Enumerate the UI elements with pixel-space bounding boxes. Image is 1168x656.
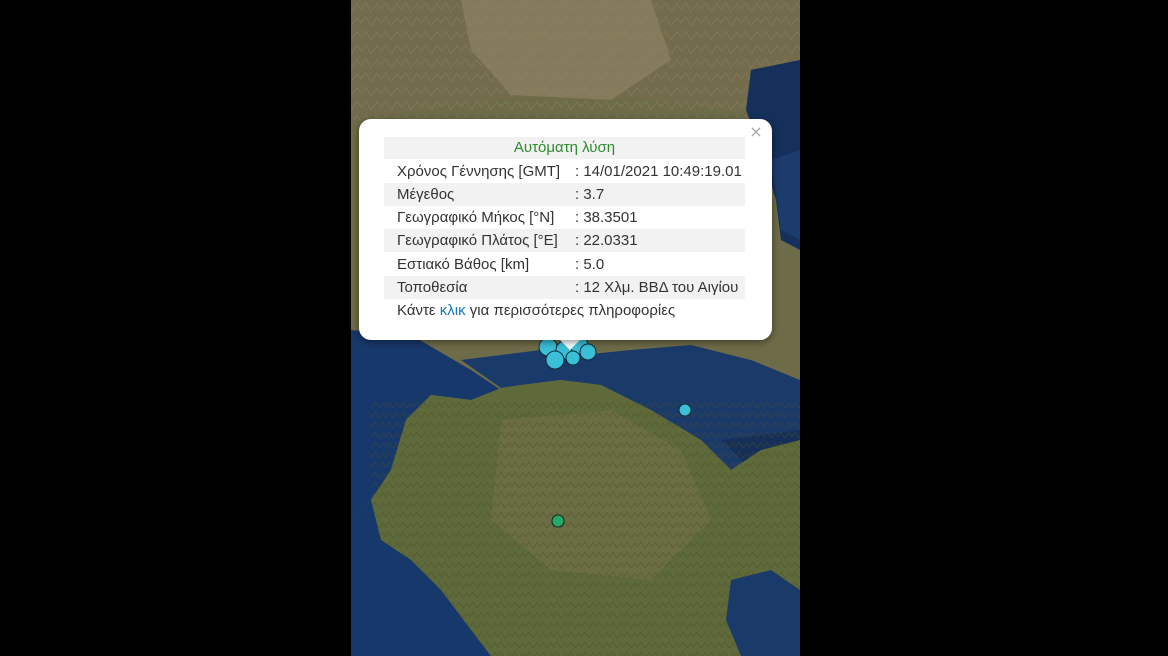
more-prefix: Κάντε [397, 302, 436, 319]
row-label: Εστιακό Βάθος [km] [397, 256, 530, 273]
row-label: Χρόνος Γέννησης [GMT] [397, 163, 561, 180]
row-origin-time: Χρόνος Γέννησης [GMT] : 14/01/2021 10:49… [384, 160, 745, 183]
popup-title: Αυτόματη λύση [384, 137, 745, 159]
more-info-line: Κάντε κλικ για περισσότερες πληροφορίες [397, 299, 675, 322]
row-label: Τοποθεσία [397, 279, 468, 296]
row-depth: Εστιακό Βάθος [km] : 5.0 [384, 253, 745, 276]
row-location: Τοποθεσία : 12 Χλμ. ΒΒΔ του Αιγίου [384, 276, 745, 299]
row-value: : 14/01/2021 10:49:19.01 [575, 163, 742, 180]
row-value: : 12 Χλμ. ΒΒΔ του Αιγίου [575, 279, 739, 296]
earthquake-marker[interactable] [678, 403, 692, 417]
row-latitude: Γεωγραφικό Μήκος [°N] : 38.3501 [384, 206, 745, 229]
row-magnitude: Μέγεθος : 3.7 [384, 183, 745, 206]
row-label: Γεωγραφικό Μήκος [°N] [397, 209, 555, 226]
row-value: : 38.3501 [575, 209, 638, 226]
screen-frame: × Αυτόματη λύση Χρόνος Γέννησης [GMT] : … [0, 0, 1168, 656]
row-value: : 3.7 [575, 186, 605, 203]
close-icon[interactable]: × [748, 124, 764, 140]
row-longitude: Γεωγραφικό Πλάτος [°E] : 22.0331 [384, 229, 745, 252]
more-suffix: για περισσότερες πληροφορίες [469, 302, 676, 319]
earthquake-marker-green[interactable] [551, 514, 565, 528]
row-value: : 22.0331 [575, 232, 638, 249]
more-info-link[interactable]: κλικ [440, 302, 466, 319]
row-label: Μέγεθος [397, 186, 455, 203]
row-value: : 5.0 [575, 256, 605, 273]
earthquake-info-popup: × Αυτόματη λύση Χρόνος Γέννησης [GMT] : … [359, 119, 772, 340]
row-label: Γεωγραφικό Πλάτος [°E] [397, 232, 558, 249]
